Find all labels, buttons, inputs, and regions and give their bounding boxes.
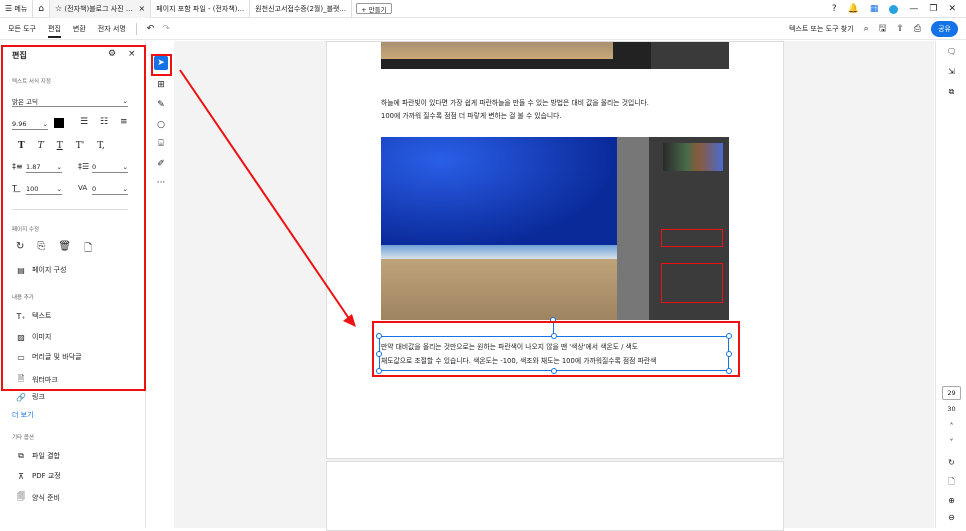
pen-tool-icon[interactable]: ✎ xyxy=(154,98,168,112)
search-tools-label[interactable]: 텍스트 또는 도구 찾기 xyxy=(789,24,854,34)
search-icon[interactable]: ⌕ xyxy=(864,24,869,34)
close-icon[interactable]: × xyxy=(139,4,146,13)
tab-label: 페이지 포함 파일 - (전자책)... xyxy=(156,4,245,13)
document-icon[interactable]: 🗋 xyxy=(936,476,966,490)
zoom-in-icon[interactable]: ⊕ xyxy=(936,496,966,505)
maximize-icon[interactable]: ❐ xyxy=(929,4,937,14)
document-area: 하늘에 파란빛이 있다면 가장 쉽게 파란하늘을 만들 수 있는 방법은 대비 … xyxy=(174,41,934,531)
other-options-header: 기타 옵션 xyxy=(12,435,34,441)
tab-label: 메뉴 xyxy=(14,4,28,13)
pdf-page-next xyxy=(326,461,784,531)
combine-label: 파일 결합 xyxy=(32,452,60,460)
screenshot-image-top[interactable] xyxy=(381,42,729,69)
slider-highlight-2 xyxy=(661,263,723,303)
minimize-icon[interactable]: — xyxy=(909,4,918,14)
form-icon: 🗐 xyxy=(17,492,25,501)
pdf-page: 하늘에 파란빛이 있다면 가장 쉽게 파란하늘을 만들 수 있는 방법은 대비 … xyxy=(326,41,784,459)
prepare-form-label: 양식 준비 xyxy=(32,494,60,502)
screenshot-image-beach[interactable] xyxy=(381,137,729,320)
page-number-box[interactable]: 29 xyxy=(942,386,961,400)
link-label: 링크 xyxy=(32,393,45,401)
slider-highlight-1 xyxy=(661,229,723,247)
menu-esign[interactable]: 전자 서명 xyxy=(98,18,126,40)
save-icon[interactable]: 🖫 xyxy=(879,21,887,37)
panel-strip xyxy=(651,42,729,69)
combine-icon: ⧉ xyxy=(18,451,24,460)
pdf-fix-icon: ⊼ xyxy=(18,471,24,481)
sand-strip xyxy=(381,42,613,59)
home-button[interactable]: ⌂ xyxy=(33,0,51,18)
avatar[interactable] xyxy=(889,4,899,14)
help-icon[interactable]: ? xyxy=(832,4,837,14)
highlight-tool-box xyxy=(151,54,172,76)
export-icon[interactable]: ⇲ xyxy=(936,67,966,76)
apps-icon[interactable]: ▦ xyxy=(870,4,879,14)
text-box-tool-icon[interactable]: ⌸ xyxy=(154,137,168,151)
copy-icon[interactable]: ⧉ xyxy=(936,87,966,97)
star-icon: ☆ xyxy=(55,4,63,13)
menu-icon: ☰ xyxy=(5,4,13,13)
sand-area xyxy=(381,259,617,320)
close-window-icon[interactable]: ✕ xyxy=(948,4,956,14)
add-text-tool-icon[interactable]: ⊞ xyxy=(154,78,168,92)
paragraph-1-line-1[interactable]: 하늘에 파란빛이 있다면 가장 쉽게 파란하늘을 만들 수 있는 방법은 대비 … xyxy=(381,97,731,110)
link-icon: 🔗 xyxy=(16,392,26,402)
more-tools-icon[interactable]: ··· xyxy=(154,176,168,190)
sea-area xyxy=(381,245,617,259)
gray-gap xyxy=(617,137,649,320)
chevron-down-icon[interactable]: ˅ xyxy=(936,438,966,447)
page-total: 30 xyxy=(947,405,956,413)
menu-edit[interactable]: 편집 xyxy=(48,18,61,40)
tab-label: 원천신고서접수증(2월)_블랫... xyxy=(255,4,347,13)
window-controls: ? 🔔 ▦ — ❐ ✕ xyxy=(832,0,966,18)
undo-icon[interactable]: ↶ xyxy=(147,18,155,40)
print-icon[interactable]: ⎙ xyxy=(914,24,921,34)
toolbar-right: 텍스트 또는 도구 찾기 ⌕ 🖫 ⇪ ⎙ 공유 xyxy=(789,18,958,40)
highlight-text-box xyxy=(372,321,740,377)
lasso-tool-icon[interactable]: ○ xyxy=(154,118,168,132)
pdf-fix-label: PDF 교정 xyxy=(32,472,61,480)
tab-document-2[interactable]: 페이지 포함 파일 - (전자책)... xyxy=(151,0,251,18)
more-link[interactable]: 더 보기 xyxy=(12,410,34,420)
menu-all-tools[interactable]: 모든 도구 xyxy=(8,18,36,40)
right-rail: 🗨 ⇲ ⧉ 29 30 ˄ ˅ ↻ 🗋 ⊕ ⊖ xyxy=(935,41,966,528)
stamp-tool-icon[interactable]: ✐ xyxy=(154,157,168,171)
histogram xyxy=(663,143,723,171)
notification-icon[interactable]: 🔔 xyxy=(848,4,859,14)
highlight-panel-box xyxy=(1,45,146,391)
link-item[interactable]: 🔗 링크 xyxy=(16,392,45,402)
combine-files-item[interactable]: ⧉ 파일 결합 xyxy=(16,451,60,461)
pdf-fix-item[interactable]: ⊼ PDF 교정 xyxy=(16,471,61,481)
zoom-out-icon[interactable]: ⊖ xyxy=(936,513,966,522)
paragraph-1-line-2[interactable]: 100에 가까워 질수록 점점 더 파랗게 변하는 걸 볼 수 있습니다. xyxy=(381,110,562,123)
share-button[interactable]: 공유 xyxy=(931,21,958,37)
app-menu-bar: 모든 도구 편집 변환 전자 서명 ↶ ↷ 텍스트 또는 도구 찾기 ⌕ 🖫 ⇪… xyxy=(0,18,966,40)
comment-icon[interactable]: 🗨 xyxy=(936,47,966,56)
chevron-up-icon[interactable]: ˄ xyxy=(936,422,966,431)
prepare-form-item[interactable]: 🗐 양식 준비 xyxy=(16,491,60,505)
tab-label: (전자책)블로그 사진 ... xyxy=(64,4,133,13)
tab-document-3[interactable]: 원천신고서접수증(2월)_블랫... xyxy=(250,0,353,18)
redo-icon[interactable]: ↷ xyxy=(162,18,170,40)
tab-document-1[interactable]: ☆ (전자책)블로그 사진 ... × xyxy=(50,0,152,18)
upload-icon[interactable]: ⇪ xyxy=(896,24,904,34)
divider xyxy=(135,22,137,35)
tab-menu[interactable]: ☰ 메뉴 xyxy=(0,0,34,18)
home-icon: ⌂ xyxy=(38,3,45,14)
refresh-icon[interactable]: ↻ xyxy=(936,458,966,467)
menu-convert[interactable]: 변환 xyxy=(73,18,86,40)
new-tab-button[interactable]: + 만들기 xyxy=(356,3,392,14)
browser-tab-bar: ☰ 메뉴 ⌂ ☆ (전자책)블로그 사진 ... × 페이지 포함 파일 - (전… xyxy=(0,0,966,18)
sky-area xyxy=(381,137,617,249)
